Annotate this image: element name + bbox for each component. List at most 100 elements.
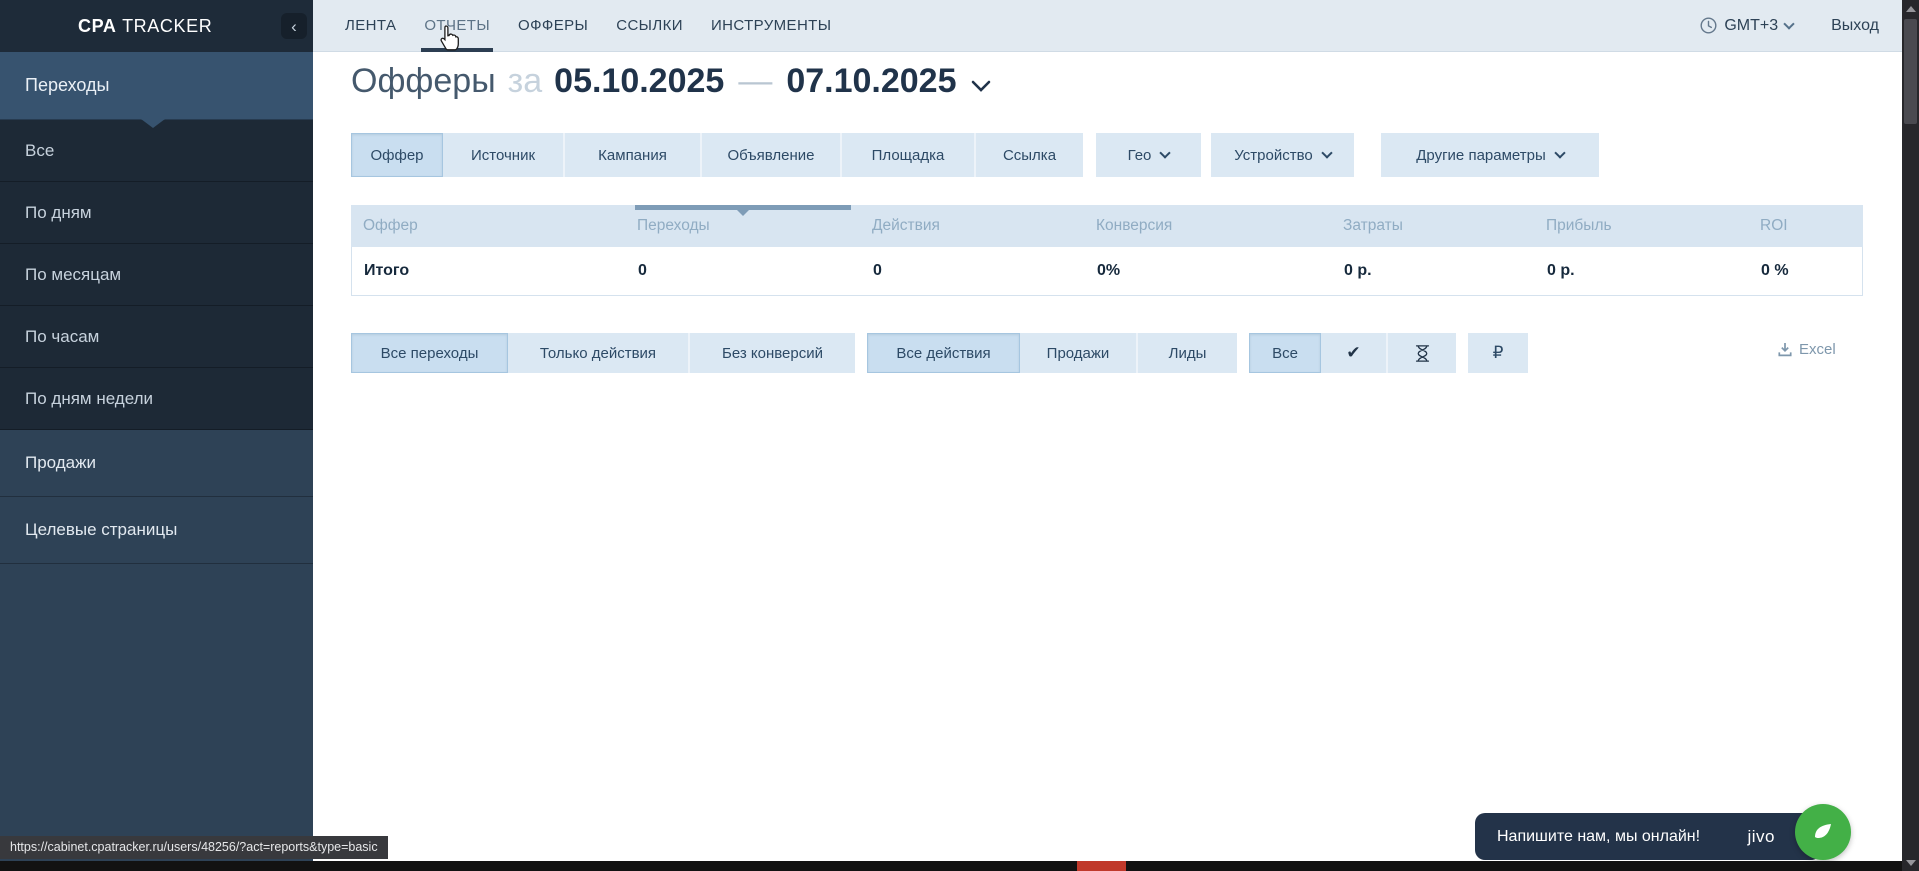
timezone-selector[interactable]: GMT+3 xyxy=(1700,17,1793,35)
chevron-down-icon xyxy=(1783,18,1794,29)
nav-instrumenty[interactable]: ИНСТРУМЕНТЫ xyxy=(711,0,832,52)
filter-buttons-row: Все переходы Только действия Без конверс… xyxy=(351,333,1528,373)
vertical-scrollbar[interactable] xyxy=(1902,0,1919,871)
sidebar-item-label: Все xyxy=(25,141,54,161)
total-costs: 0 р. xyxy=(1332,247,1535,295)
cpa-tracker-app: CPA TRACKER ‹ Переходы Все По дням По ме… xyxy=(0,0,1919,871)
total-conversion: 0% xyxy=(1085,247,1332,295)
column-header-zatraty[interactable]: Затраты xyxy=(1331,205,1534,247)
nav-ssylki[interactable]: ССЫЛКИ xyxy=(616,0,683,52)
topbar-right: GMT+3 Выход xyxy=(1700,0,1919,51)
brand-rest: TRACKER xyxy=(122,16,212,36)
scrollbar-up-arrow[interactable] xyxy=(1902,0,1919,17)
filter-lidy[interactable]: Лиды xyxy=(1138,333,1237,373)
sidebar-collapse-button[interactable]: ‹ xyxy=(281,13,307,39)
dropdown-label: Гео xyxy=(1128,147,1152,164)
chat-message: Напишите нам, мы онлайн! xyxy=(1497,828,1700,846)
total-roi: 0 % xyxy=(1749,247,1862,295)
download-icon xyxy=(1778,342,1792,357)
hourglass-icon xyxy=(1414,344,1431,363)
date-to[interactable]: 07.10.2025 xyxy=(786,62,956,101)
sidebar-item-label: Целевые страницы xyxy=(25,520,177,540)
chevron-down-icon xyxy=(1321,147,1332,158)
dimension-tabs-row: Оффер Источник Кампания Объявление Площа… xyxy=(351,133,1599,177)
sidebar-item-prodazhi[interactable]: Продажи xyxy=(0,430,313,497)
sidebar-item-po-chasam[interactable]: По часам xyxy=(0,306,313,368)
brand-bold: CPA xyxy=(78,16,116,36)
filter-vse-perehody[interactable]: Все переходы xyxy=(351,333,508,373)
clock-icon xyxy=(1700,17,1717,34)
sidebar-item-celevye-stranicy[interactable]: Целевые страницы xyxy=(0,497,313,564)
dimension-tab-group: Оффер Источник Кампания Объявление Площа… xyxy=(351,133,1083,177)
column-header-offer[interactable]: Оффер xyxy=(351,205,625,247)
sidebar-item-perehody[interactable]: Переходы xyxy=(0,52,313,120)
export-excel-link[interactable]: Excel xyxy=(1778,341,1836,358)
export-label: Excel xyxy=(1799,341,1836,358)
scrollbar-down-arrow[interactable] xyxy=(1902,854,1919,871)
timezone-label: GMT+3 xyxy=(1724,17,1778,35)
dropdown-ustroystvo[interactable]: Устройство xyxy=(1211,133,1354,177)
filter-confirmed-button[interactable]: ✔ xyxy=(1321,333,1388,373)
jivo-leaf-icon xyxy=(1810,819,1836,845)
title-preposition: за xyxy=(508,62,543,101)
date-dash: — xyxy=(738,62,772,101)
sidebar-item-vse[interactable]: Все xyxy=(0,120,313,182)
topbar: ЛЕНТА ОТЧЕТЫ ОФФЕРЫ ССЫЛКИ ИНСТРУМЕНТЫ G… xyxy=(313,0,1919,52)
column-header-perehody[interactable]: Переходы xyxy=(625,205,860,247)
sidebar-item-po-dnyam-nedeli[interactable]: По дням недели xyxy=(0,368,313,430)
sidebar-item-po-mesyacam[interactable]: По месяцам xyxy=(0,244,313,306)
tab-kampaniya[interactable]: Кампания xyxy=(565,133,702,177)
filter-pending-button[interactable] xyxy=(1388,333,1456,373)
check-icon: ✔ xyxy=(1346,343,1360,363)
date-from[interactable]: 05.10.2025 xyxy=(554,62,724,101)
dropdown-drugie-parametry[interactable]: Другие параметры xyxy=(1381,133,1599,177)
sort-caret-down-icon xyxy=(737,210,749,216)
actions-filter-group: Все действия Продажи Лиды xyxy=(867,333,1237,373)
dropdown-label: Другие параметры xyxy=(1416,147,1546,164)
tab-ssylka[interactable]: Ссылка xyxy=(976,133,1083,177)
triangle-up-icon xyxy=(1906,6,1916,12)
jivo-logo: jivo xyxy=(1747,827,1775,847)
nav-otchety[interactable]: ОТЧЕТЫ xyxy=(424,0,490,52)
main-navigation: ЛЕНТА ОТЧЕТЫ ОФФЕРЫ ССЫЛКИ ИНСТРУМЕНТЫ xyxy=(313,0,831,51)
column-header-konversiya[interactable]: Конверсия xyxy=(1084,205,1331,247)
bottom-bar-red-segment xyxy=(1077,861,1126,871)
chevron-down-icon xyxy=(1554,147,1565,158)
filter-bez-konversiy[interactable]: Без конверсий xyxy=(690,333,855,373)
chevron-down-icon xyxy=(1160,147,1171,158)
currency-group: ₽ xyxy=(1468,333,1528,373)
sidebar-item-label: Продажи xyxy=(25,453,96,473)
filter-status-vse[interactable]: Все xyxy=(1249,333,1321,373)
column-header-roi[interactable]: ROI xyxy=(1748,205,1863,247)
date-picker-chevron-icon[interactable] xyxy=(971,80,991,92)
page-title: Офферы xyxy=(351,62,496,101)
dropdown-geo[interactable]: Гео xyxy=(1096,133,1201,177)
report-table: Оффер Переходы Действия Конверсия Затрат… xyxy=(351,205,1863,296)
sidebar: CPA TRACKER ‹ Переходы Все По дням По ме… xyxy=(0,0,313,862)
sidebar-item-label: По часам xyxy=(25,327,99,347)
filter-tolko-deystviya[interactable]: Только действия xyxy=(508,333,690,373)
column-header-deystviya[interactable]: Действия xyxy=(860,205,1084,247)
triangle-down-icon xyxy=(1906,860,1916,866)
chat-bubble-button[interactable] xyxy=(1795,804,1851,860)
scrollbar-thumb[interactable] xyxy=(1904,19,1917,124)
tab-offer[interactable]: Оффер xyxy=(351,133,443,177)
filter-prodazhi[interactable]: Продажи xyxy=(1020,333,1138,373)
chevron-left-icon: ‹ xyxy=(291,18,297,35)
sidebar-item-po-dnyam[interactable]: По дням xyxy=(0,182,313,244)
logout-link[interactable]: Выход xyxy=(1831,17,1879,35)
transitions-filter-group: Все переходы Только действия Без конверс… xyxy=(351,333,855,373)
tab-obyavlenie[interactable]: Объявление xyxy=(702,133,842,177)
tab-ploschadka[interactable]: Площадка xyxy=(842,133,976,177)
status-bar-url: https://cabinet.cpatracker.ru/users/4825… xyxy=(0,836,388,859)
currency-ruble-button[interactable]: ₽ xyxy=(1468,333,1528,373)
sidebar-item-label: По месяцам xyxy=(25,265,121,285)
nav-offery[interactable]: ОФФЕРЫ xyxy=(518,0,588,52)
column-header-pribyl[interactable]: Прибыль xyxy=(1534,205,1748,247)
total-transitions: 0 xyxy=(626,247,861,295)
filter-vse-deystviya[interactable]: Все действия xyxy=(867,333,1020,373)
column-header-label: Переходы xyxy=(637,217,710,235)
nav-lenta[interactable]: ЛЕНТА xyxy=(345,0,396,52)
chat-widget[interactable]: Напишите нам, мы онлайн! jivo xyxy=(1475,813,1821,860)
tab-istochnik[interactable]: Источник xyxy=(443,133,565,177)
